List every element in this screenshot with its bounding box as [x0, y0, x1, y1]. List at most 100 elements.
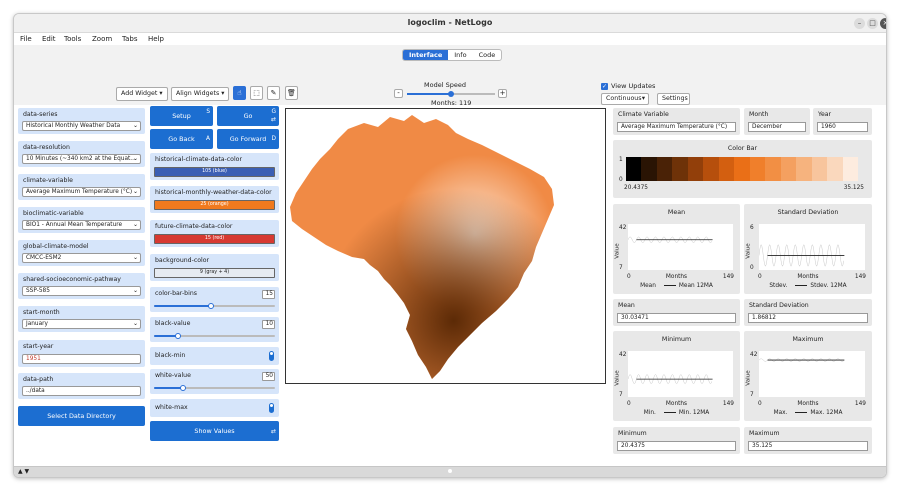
go-button[interactable]: Go G ⇄: [217, 106, 279, 126]
menu-tabs[interactable]: Tabs: [122, 35, 138, 43]
tab-info[interactable]: Info: [448, 50, 472, 60]
slider-track[interactable]: [154, 333, 275, 339]
chooser-value[interactable]: CMCC-ESM2 ⌄: [22, 253, 141, 263]
slider-track[interactable]: [154, 303, 275, 309]
y-min-label: 0: [750, 265, 754, 271]
command-center-bar[interactable]: ▲ ▼: [14, 466, 886, 477]
select-data-directory-button[interactable]: Select Data Directory: [18, 406, 145, 426]
show-values-button[interactable]: Show Values ⇄: [150, 421, 279, 441]
y-axis-label: Value: [614, 370, 621, 386]
climate-variable-chooser[interactable]: climate-variable Average Maximum Tempera…: [18, 174, 145, 200]
color-bar-bins-slider[interactable]: color-bar-bins 15: [150, 287, 279, 312]
chooser-value[interactable]: January ⌄: [22, 319, 141, 329]
chooser-value-text: January: [26, 321, 48, 327]
slider-value[interactable]: 10: [262, 320, 275, 329]
color-swatch[interactable]: 25 (orange): [154, 200, 275, 210]
tab-interface[interactable]: Interface: [403, 50, 449, 60]
y-min-label: 7: [619, 392, 623, 398]
slider-value[interactable]: 15: [262, 290, 275, 299]
monitor-value: 1960: [817, 122, 868, 132]
tab-code[interactable]: Code: [473, 50, 502, 60]
menu-file[interactable]: File: [20, 35, 32, 43]
historical-climate-data-color-input[interactable]: historical-climate-data-color 105 (blue): [150, 153, 279, 180]
slider-knob[interactable]: [180, 385, 187, 391]
data-resolution-chooser[interactable]: data-resolution 10 Minutes (~340 km2 at …: [18, 141, 145, 167]
chooser-value-text: Historical Monthly Weather Data: [26, 123, 121, 129]
monitor-label: Maximum: [749, 430, 780, 437]
data-series-chooser[interactable]: data-series Historical Monthly Weather D…: [18, 108, 145, 134]
background-color-input[interactable]: background-color 9 (gray + 4): [150, 254, 279, 281]
chevron-down-icon: ⌄: [132, 188, 138, 195]
go-back-button[interactable]: Go Back A: [150, 129, 213, 149]
chevron-down-icon: ⌄: [132, 221, 138, 228]
white-value-slider[interactable]: white-value 50: [150, 369, 279, 394]
x-max-label: 149: [722, 274, 734, 280]
chooser-value[interactable]: Historical Monthly Weather Data ⌄: [22, 121, 141, 131]
settings-button[interactable]: Settings: [657, 93, 690, 105]
color-bar-ymax: 1: [619, 157, 623, 163]
speed-increase-button[interactable]: +: [498, 89, 507, 98]
speed-slider-knob[interactable]: [448, 91, 454, 97]
toggle-icon[interactable]: [269, 403, 274, 413]
minimize-icon[interactable]: –: [854, 18, 865, 29]
add-widget-button[interactable]: Add Widget ▾: [116, 87, 168, 101]
legend-series-ma: Stdev. 12MA: [810, 283, 847, 289]
y-axis-label: Value: [745, 370, 752, 386]
menu-zoom[interactable]: Zoom: [92, 35, 112, 43]
black-value-slider[interactable]: black-value 10: [150, 317, 279, 342]
delete-trash-icon[interactable]: 🗑: [285, 86, 298, 100]
view-updates-checkbox[interactable]: ✓: [601, 83, 608, 90]
select-widget-icon[interactable]: ⬚: [250, 86, 263, 100]
color-bin-2: [656, 157, 673, 181]
start-month-chooser[interactable]: start-month January ⌄: [18, 306, 145, 332]
plot-area: [758, 351, 865, 397]
global-climate-model-chooser[interactable]: global-climate-model CMCC-ESM2 ⌄: [18, 240, 145, 266]
shared-socioeconomic-pathway-chooser[interactable]: shared-socioeconomic-pathway SSP-585 ⌄: [18, 273, 145, 299]
speed-decrease-button[interactable]: -: [394, 89, 403, 98]
speed-slider[interactable]: [407, 91, 495, 97]
edit-pencil-icon[interactable]: ✎: [267, 86, 280, 100]
color-swatch[interactable]: 9 (gray + 4): [154, 268, 275, 278]
black-min-switch[interactable]: black-min: [150, 347, 279, 365]
slider-knob[interactable]: [207, 303, 214, 309]
x-axis-label: Months: [665, 274, 688, 280]
menu-help[interactable]: Help: [148, 35, 164, 43]
slider-value[interactable]: 50: [262, 372, 275, 381]
chevron-down-icon: ⌄: [132, 155, 138, 162]
data-path-input[interactable]: data-path ../data: [18, 373, 145, 399]
future-climate-data-color-input[interactable]: future-climate-data-color 15 (red): [150, 220, 279, 247]
slider-label: white-value: [155, 372, 191, 379]
slider-knob[interactable]: [175, 333, 182, 339]
slider-fill: [154, 305, 211, 307]
historical-monthly-weather-data-color-input[interactable]: historical-monthly-weather-data-color 25…: [150, 186, 279, 213]
menu-tools[interactable]: Tools: [64, 35, 81, 43]
close-icon[interactable]: ×: [880, 18, 886, 29]
expand-arrows-icon[interactable]: ▲ ▼: [18, 468, 29, 475]
white-max-switch[interactable]: white-max: [150, 399, 279, 417]
slider-track[interactable]: [154, 385, 275, 391]
drag-handle-icon[interactable]: [448, 469, 452, 473]
data-path-field[interactable]: ../data: [22, 386, 141, 396]
legend-series: Stdev.: [769, 283, 788, 289]
start-year-input[interactable]: start-year 1951: [18, 340, 145, 367]
setup-button[interactable]: Setup S: [150, 106, 213, 126]
menu-edit[interactable]: Edit: [42, 35, 56, 43]
chooser-value[interactable]: SSP-585 ⌄: [22, 286, 141, 296]
chooser-value[interactable]: Average Maximum Temperature (°C) ⌄: [22, 187, 141, 197]
bioclimatic-variable-chooser[interactable]: bioclimatic-variable BIO1 - Annual Mean …: [18, 207, 145, 233]
color-bin-12: [811, 157, 828, 181]
toggle-icon[interactable]: [269, 351, 274, 361]
chooser-value[interactable]: 10 Minutes (~340 km2 at the Equat... ⌄: [22, 154, 141, 164]
chooser-label: shared-socioeconomic-pathway: [23, 276, 121, 283]
maximize-icon[interactable]: □: [867, 18, 878, 29]
interact-pointer-icon[interactable]: ☝: [233, 86, 246, 100]
chooser-value[interactable]: BIO1 - Annual Mean Temperature ⌄: [22, 220, 141, 230]
start-year-field[interactable]: 1951: [22, 354, 141, 364]
world-view[interactable]: [285, 108, 606, 384]
go-forward-button[interactable]: Go Forward D: [217, 129, 279, 149]
menu-bar: File Edit Tools Zoom Tabs Help: [14, 33, 886, 45]
update-mode-select[interactable]: Continuous ▾: [601, 93, 649, 105]
color-swatch[interactable]: 15 (red): [154, 234, 275, 244]
color-swatch[interactable]: 105 (blue): [154, 167, 275, 177]
align-widgets-button[interactable]: Align Widgets ▾: [171, 87, 229, 101]
